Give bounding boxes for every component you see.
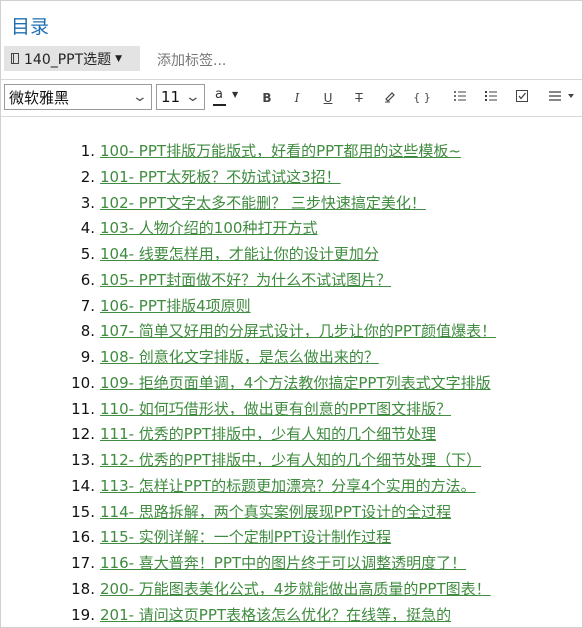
toc-link[interactable]: 200- 万能图表美化公式，4步就能做出高质量的PPT图表！ <box>100 577 491 603</box>
list-item: 1. 100- PPT排版万能版式，好看的PPT都用的这些模板~ <box>1 139 582 165</box>
list-item: 16. 115- 实例详解：一个定制PPT设计制作过程 <box>1 525 582 551</box>
chevron-down-icon: ⌄ <box>131 89 149 105</box>
highlight-button[interactable] <box>381 89 399 107</box>
notebook-icon <box>11 53 19 64</box>
list-item: 12. 111- 优秀的PPT排版中，少有人知的几个细节处理 <box>1 422 582 448</box>
list-number: 13. <box>71 451 95 469</box>
list-item: 18. 200- 万能图表美化公式，4步就能做出高质量的PPT图表！ <box>1 577 582 603</box>
toc-link[interactable]: 108- 创意化文字排版，是怎么做出来的？ <box>100 345 379 371</box>
bullet-list-icon <box>454 91 466 101</box>
list-number: 17. <box>71 554 95 572</box>
list-number: 11. <box>71 399 95 418</box>
notebook-selector[interactable]: 140_PPT选题 ▼ <box>4 46 140 71</box>
notebook-label: 140_PPT选题 <box>24 51 112 68</box>
numbered-list-button[interactable] <box>483 89 499 107</box>
align-icon <box>549 91 574 101</box>
list-number: 4. <box>80 219 95 238</box>
font-family-select[interactable]: 微软雅黑 ⌄ <box>4 84 152 110</box>
list-number: 6. <box>80 270 95 289</box>
toc-link[interactable]: 107- 简单又好用的分屏式设计，几步让你的PPT颜值爆表！ <box>100 319 496 345</box>
format-toolbar: 微软雅黑 ⌄ 11 ⌄ a ▼ B I U T { } <box>1 79 582 117</box>
list-item: 8. 107- 简单又好用的分屏式设计，几步让你的PPT颜值爆表！ <box>1 319 582 345</box>
list-item: 6. 105- PPT封面做不好？为什么不试试图片？ <box>1 268 582 294</box>
list-number: 19. <box>71 605 95 624</box>
toc-list: 1. 100- PPT排版万能版式，好看的PPT都用的这些模板~ 2. 101- P… <box>1 139 582 628</box>
toc-link[interactable]: 201- 请问这页PPT表格该怎么优化？在线等，挺急的 <box>100 603 451 628</box>
chevron-down-icon: ▼ <box>232 90 239 99</box>
list-item: 9. 108- 创意化文字排版，是怎么做出来的？ <box>1 345 582 371</box>
toc-link[interactable]: 109- 拒绝页面单调，4个方法教你搞定PPT列表式文字排版 <box>100 371 491 397</box>
list-item: 19. 201- 请问这页PPT表格该怎么优化？在线等，挺急的 <box>1 603 582 628</box>
list-number: 18. <box>71 579 95 598</box>
toc-link[interactable]: 106- PPT排版4项原则 <box>100 294 251 320</box>
bold-button[interactable]: B <box>259 89 275 107</box>
align-button[interactable] <box>547 89 577 107</box>
list-number: 10. <box>71 373 95 392</box>
note-title[interactable]: 目录 <box>11 12 49 39</box>
font-color-button[interactable]: a ▼ <box>210 87 238 109</box>
list-number: 12. <box>71 425 95 444</box>
toc-link[interactable]: 112- 优秀的PPT排版中，少有人知的几个细节处理（下） <box>100 448 481 474</box>
list-item: 14. 113- 怎样让PPT的标题更加漂亮？分享4个实用的方法。 <box>1 474 582 500</box>
list-number: 14. <box>71 476 95 495</box>
font-size-value: 11 <box>161 88 181 106</box>
bullet-list-button[interactable] <box>452 89 468 107</box>
list-item: 3. 102- PPT文字太多不能删？ 三步快速搞定美化！ <box>1 191 582 217</box>
add-tag-input[interactable]: 添加标签... <box>157 50 226 70</box>
checkbox-icon <box>516 90 528 102</box>
code-button[interactable]: { } <box>411 89 433 107</box>
checklist-button[interactable] <box>514 89 530 107</box>
toc-link[interactable]: 105- PPT封面做不好？为什么不试试图片？ <box>100 268 391 294</box>
list-number: 15. <box>71 502 95 521</box>
list-number: 5. <box>80 245 95 263</box>
list-item: 7. 106- PPT排版4项原则 <box>1 294 582 320</box>
font-size-select[interactable]: 11 ⌄ <box>156 84 205 110</box>
font-color-bar <box>213 104 226 106</box>
list-item: 11. 110- 如何巧借形状，做出更有创意的PPT图文排版？ <box>1 397 582 423</box>
toc-link[interactable]: 116- 喜大普奔！PPT中的图片终于可以调整透明度了！ <box>100 551 466 577</box>
list-item: 4. 103- 人物介绍的100种打开方式 <box>1 216 582 242</box>
toc-link[interactable]: 111- 优秀的PPT排版中，少有人知的几个细节处理 <box>100 422 436 448</box>
list-number: 16. <box>71 528 95 547</box>
list-number: 3. <box>80 193 95 212</box>
list-number: 7. <box>80 296 95 315</box>
chevron-down-icon: ⌄ <box>184 89 202 105</box>
strikethrough-button[interactable]: T <box>351 89 367 107</box>
highlighter-icon <box>385 92 395 103</box>
toc-link[interactable]: 102- PPT文字太多不能删？ 三步快速搞定美化！ <box>100 191 426 217</box>
toc-link[interactable]: 115- 实例详解：一个定制PPT设计制作过程 <box>100 525 391 551</box>
underline-button[interactable]: U <box>320 89 336 107</box>
toc-link[interactable]: 103- 人物介绍的100种打开方式 <box>100 216 317 242</box>
list-item: 17. 116- 喜大普奔！PPT中的图片终于可以调整透明度了！ <box>1 551 582 577</box>
toc-link[interactable]: 100- PPT排版万能版式，好看的PPT都用的这些模板~ <box>100 139 461 165</box>
list-item: 15. 114- 思路拆解，两个真实案例展现PPT设计的全过程 <box>1 500 582 526</box>
toc-link[interactable]: 113- 怎样让PPT的标题更加漂亮？分享4个实用的方法。 <box>100 474 476 500</box>
list-number: 1. <box>80 142 95 160</box>
font-color-icon: a <box>215 87 223 102</box>
toc-link[interactable]: 114- 思路拆解，两个真实案例展现PPT设计的全过程 <box>100 500 451 526</box>
list-number: 9. <box>80 348 95 366</box>
list-item: 2. 101- PPT太死板？不妨试试这3招！ <box>1 165 582 191</box>
toc-link[interactable]: 101- PPT太死板？不妨试试这3招！ <box>100 165 341 191</box>
list-item: 10. 109- 拒绝页面单调，4个方法教你搞定PPT列表式文字排版 <box>1 371 582 397</box>
list-number: 2. <box>80 167 95 186</box>
note-editor: 目录 140_PPT选题 ▼ 添加标签... 微软雅黑 ⌄ 11 ⌄ a ▼ B… <box>0 0 583 628</box>
numbered-list-icon <box>485 91 497 101</box>
list-item: 5. 104- 线要怎样用，才能让你的设计更加分 <box>1 242 582 268</box>
list-number: 8. <box>80 322 95 341</box>
toc-link[interactable]: 104- 线要怎样用，才能让你的设计更加分 <box>100 242 379 268</box>
toc-link[interactable]: 110- 如何巧借形状，做出更有创意的PPT图文排版？ <box>100 397 451 423</box>
italic-button[interactable]: I <box>289 89 305 107</box>
chevron-down-icon: ▼ <box>115 53 123 64</box>
font-family-value: 微软雅黑 <box>9 88 70 107</box>
list-item: 13. 112- 优秀的PPT排版中，少有人知的几个细节处理（下） <box>1 448 582 474</box>
